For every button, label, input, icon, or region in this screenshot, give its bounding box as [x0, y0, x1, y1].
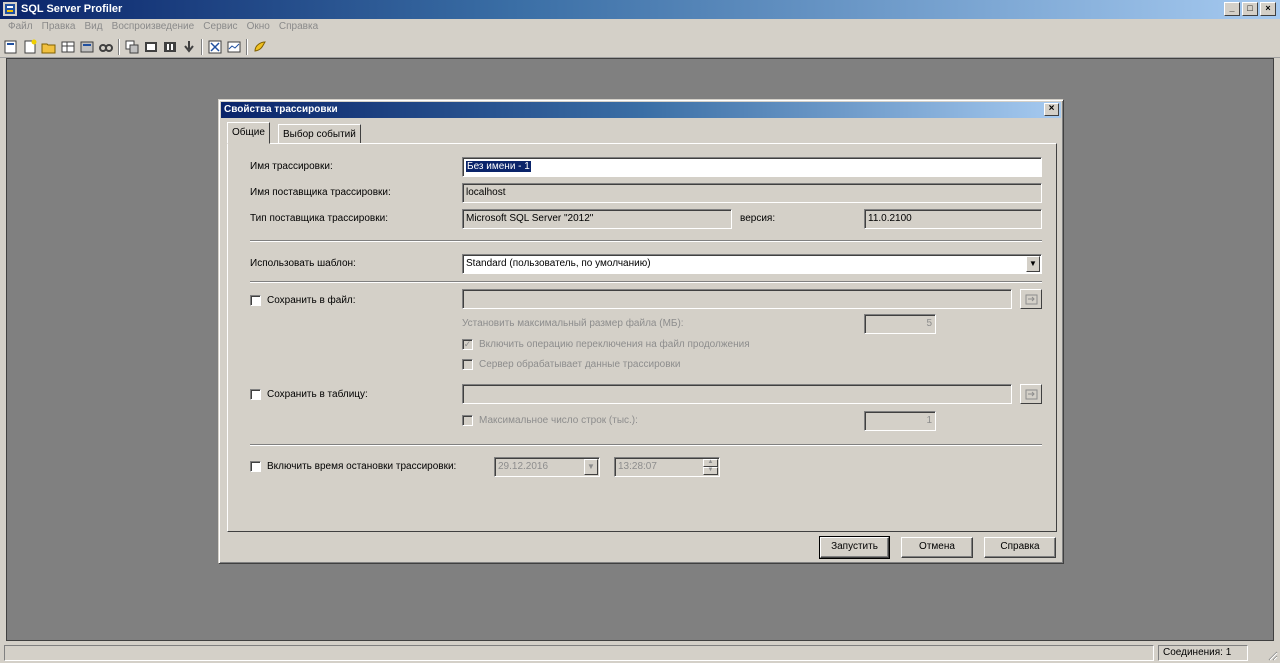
- dialog-title: Свойства трассировки: [224, 104, 338, 115]
- toolbar: [0, 36, 1280, 58]
- server-processes-checkbox: [462, 359, 473, 370]
- toolbar-separator: [118, 39, 120, 55]
- save-file-path-field: [462, 289, 1012, 309]
- menu-bar: Файл Правка Вид Воспроизведение Сервис О…: [0, 19, 1280, 36]
- spin-up-icon: ▲: [703, 459, 718, 467]
- separator: [250, 240, 1042, 242]
- stop-time-label: Включить время остановки трассировки:: [267, 461, 457, 472]
- max-rows-label: Максимальное число строк (тыс.):: [479, 415, 638, 426]
- template-select[interactable]: Standard (пользователь, по умолчанию) ▼: [462, 254, 1042, 274]
- save-to-file-checkbox[interactable]: [250, 295, 261, 306]
- cancel-button[interactable]: Отмена: [901, 537, 973, 558]
- properties-icon[interactable]: [79, 39, 95, 55]
- run-button[interactable]: Запустить: [819, 536, 890, 559]
- open-table-icon[interactable]: [60, 39, 76, 55]
- max-file-size-label: Установить максимальный размер файла (МБ…: [462, 318, 684, 329]
- toolbar-separator: [246, 39, 248, 55]
- app-title-bar: SQL Server Profiler _ □ ×: [0, 0, 1280, 19]
- start-replay-icon[interactable]: [124, 39, 140, 55]
- template-value: Standard (пользователь, по умолчанию): [466, 258, 651, 269]
- dialog-close-button[interactable]: ×: [1044, 103, 1059, 116]
- menu-file[interactable]: Файл: [5, 19, 36, 34]
- save-to-table-checkbox[interactable]: [250, 389, 261, 400]
- clear-window-icon[interactable]: [207, 39, 223, 55]
- menu-edit[interactable]: Правка: [39, 19, 79, 34]
- chevron-down-icon[interactable]: ▼: [1026, 256, 1040, 272]
- app-title: SQL Server Profiler: [21, 3, 123, 15]
- provider-name-field: localhost: [462, 183, 1042, 203]
- save-to-file-label: Сохранить в файл:: [267, 295, 356, 306]
- menu-help[interactable]: Справка: [276, 19, 321, 34]
- max-file-size-field: 5: [864, 314, 936, 334]
- help-button[interactable]: Справка: [984, 537, 1056, 558]
- browse-file-button[interactable]: [1020, 289, 1042, 309]
- resize-grip-icon[interactable]: [1266, 649, 1278, 661]
- stop-date-picker: 29.12.2016 ▼: [494, 457, 600, 477]
- run-trace-icon[interactable]: [143, 39, 159, 55]
- menu-replay[interactable]: Воспроизведение: [109, 19, 198, 34]
- new-file-icon[interactable]: [22, 39, 38, 55]
- open-folder-icon[interactable]: [41, 39, 57, 55]
- spinner-arrows: ▲ ▼: [703, 459, 718, 475]
- toolbar-separator: [201, 39, 203, 55]
- status-pane-main: [4, 645, 1154, 661]
- spin-down-icon: ▼: [703, 467, 718, 475]
- provider-name-label: Имя поставщика трассировки:: [250, 187, 391, 198]
- server-processes-label: Сервер обрабатывает данные трассировки: [479, 359, 681, 370]
- chevron-down-icon: ▼: [584, 459, 598, 475]
- provider-type-field: Microsoft SQL Server "2012": [462, 209, 732, 229]
- stop-trace-icon[interactable]: [181, 39, 197, 55]
- rollover-label: Включить операцию переключения на файл п…: [479, 339, 750, 350]
- stop-date-value: 29.12.2016: [498, 461, 549, 472]
- tab-general[interactable]: Общие: [227, 122, 270, 144]
- stop-time-spinner: 13:28:07 ▲ ▼: [614, 457, 720, 477]
- trace-name-value: Без имени - 1: [466, 161, 531, 172]
- maximize-button[interactable]: □: [1242, 2, 1258, 16]
- separator: [250, 444, 1042, 446]
- rollover-checkbox: ✓: [462, 339, 473, 350]
- max-rows-checkbox: [462, 415, 473, 426]
- status-bar: Соединения: 1: [0, 643, 1280, 663]
- browse-folder-icon: [1025, 294, 1038, 305]
- menu-view[interactable]: Вид: [82, 19, 106, 34]
- pause-trace-icon[interactable]: [162, 39, 178, 55]
- menu-tools[interactable]: Сервис: [200, 19, 240, 34]
- stop-time-value: 13:28:07: [618, 461, 657, 472]
- stop-time-checkbox[interactable]: [250, 461, 261, 472]
- connections-status: Соединения: 1: [1158, 645, 1248, 661]
- new-trace-icon[interactable]: [3, 39, 19, 55]
- separator: [250, 281, 1042, 283]
- provider-type-label: Тип поставщика трассировки:: [250, 213, 388, 224]
- sql-profiler-app-icon: [3, 2, 17, 16]
- version-label: версия:: [740, 213, 776, 224]
- close-button[interactable]: ×: [1260, 2, 1276, 16]
- save-table-field: [462, 384, 1012, 404]
- browse-table-icon: [1025, 389, 1038, 400]
- tab-events-selection[interactable]: Выбор событий: [278, 124, 361, 144]
- max-rows-field: 1: [864, 411, 936, 431]
- template-label: Использовать шаблон:: [250, 258, 356, 269]
- browse-table-button[interactable]: [1020, 384, 1042, 404]
- find-icon[interactable]: [98, 39, 114, 55]
- activity-monitor-icon[interactable]: [226, 39, 242, 55]
- dialog-title-bar: Свойства трассировки ×: [221, 102, 1061, 118]
- save-to-table-label: Сохранить в таблицу:: [267, 389, 368, 400]
- general-tab-panel: Имя трассировки: Без имени - 1 Имя поста…: [227, 143, 1057, 532]
- trace-name-input[interactable]: Без имени - 1: [462, 157, 1042, 177]
- trace-properties-dialog: Свойства трассировки × Общие Выбор событ…: [218, 99, 1064, 564]
- help-icon[interactable]: [252, 39, 268, 55]
- menu-window[interactable]: Окно: [244, 19, 273, 34]
- trace-name-label: Имя трассировки:: [250, 161, 333, 172]
- version-field: 11.0.2100: [864, 209, 1042, 229]
- minimize-button[interactable]: _: [1224, 2, 1240, 16]
